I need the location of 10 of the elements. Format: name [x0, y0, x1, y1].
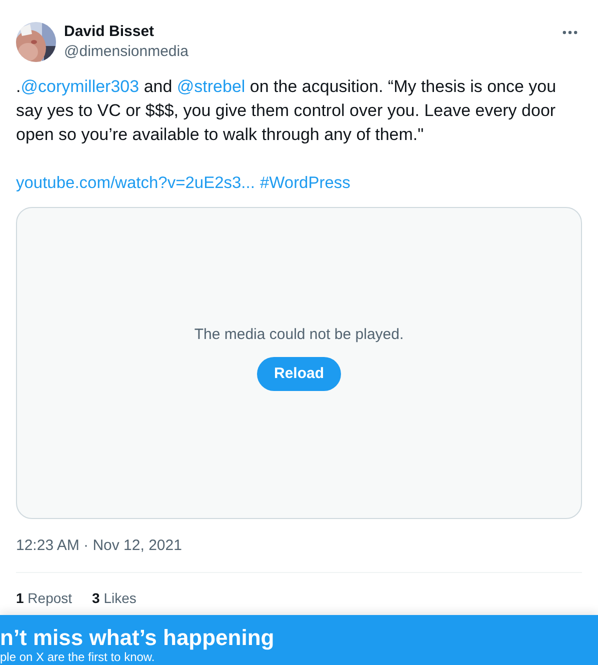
- author-name[interactable]: David Bisset: [64, 22, 154, 42]
- timestamp[interactable]: 12:23 AM · Nov 12, 2021: [16, 536, 182, 556]
- banner-subtitle: ple on X are the first to know.: [0, 650, 155, 664]
- more-icon[interactable]: [560, 28, 580, 37]
- banner-title: n’t miss what’s happening: [0, 626, 274, 650]
- post-text: .@corymiller303 and @strebel on the acqusition. “My thesis is once you say yes to VC or $$$, you give them control over you. Leave every door open so you’re available to walk through any of them.": [16, 76, 558, 146]
- media-error-message: The media could not be played.: [194, 326, 404, 342]
- stat-count[interactable]: 3 Likes: [92, 590, 136, 606]
- author-handle[interactable]: @dimensionmedia: [64, 42, 188, 62]
- stat-count[interactable]: 1 Repost: [16, 590, 72, 606]
